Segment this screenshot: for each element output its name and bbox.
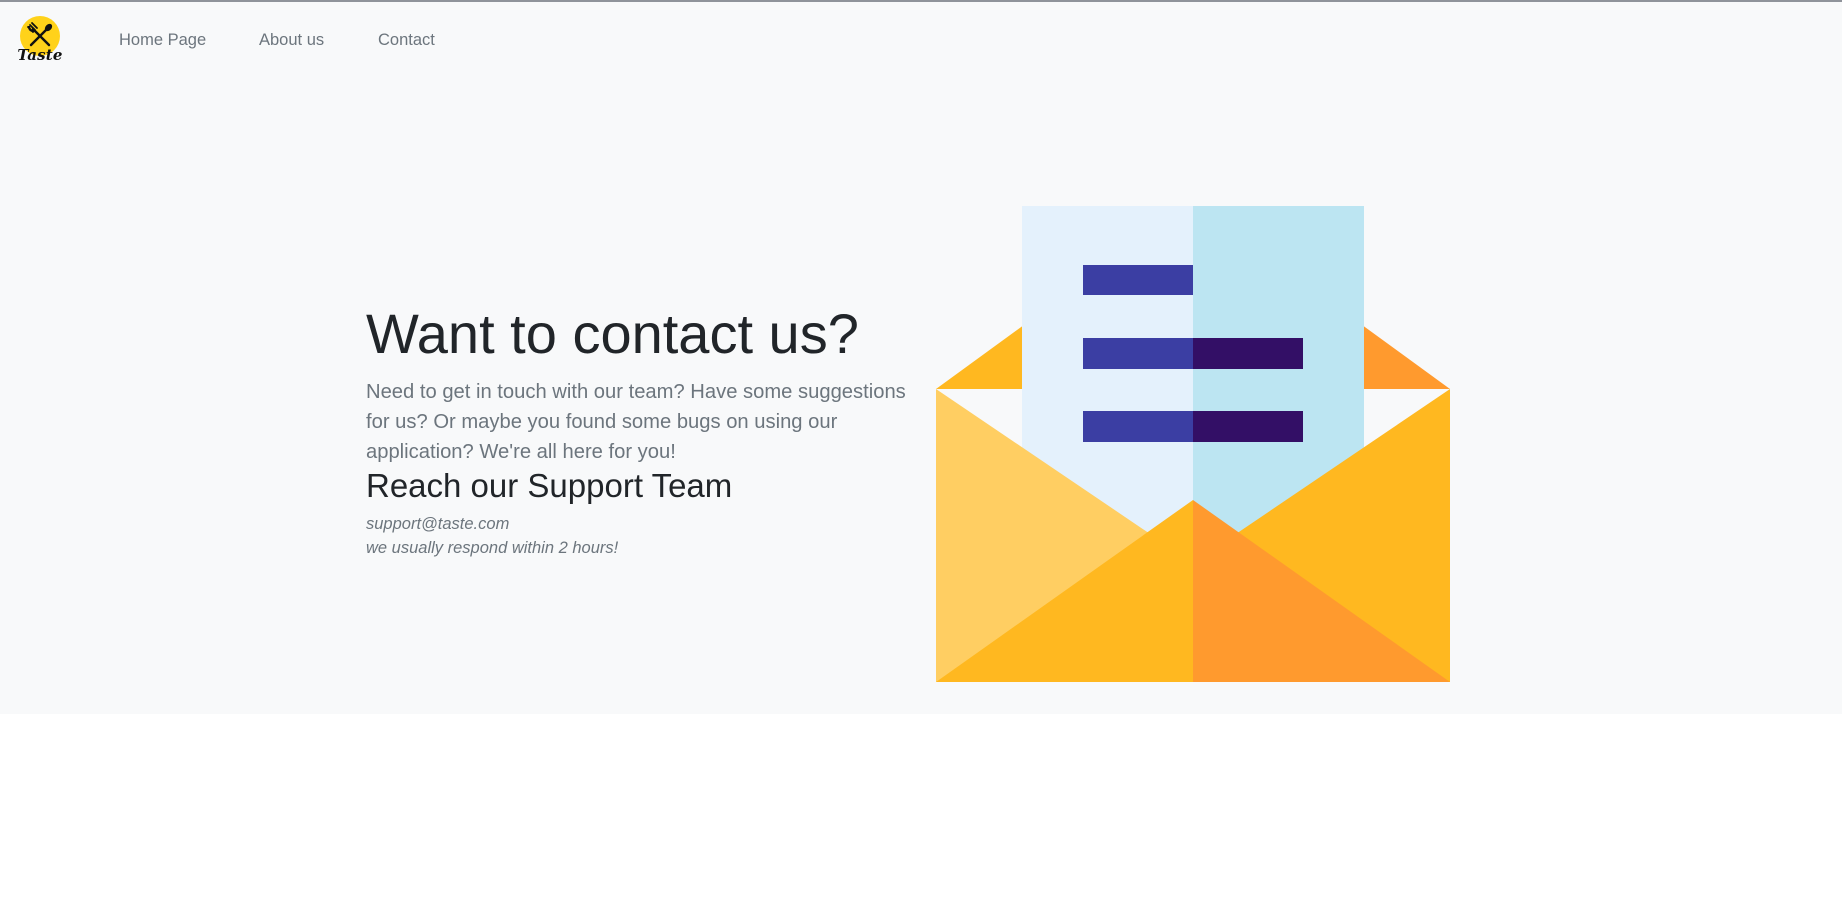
brand-logo[interactable]: Taste bbox=[16, 16, 64, 68]
nav-link-home[interactable]: Home Page bbox=[119, 31, 206, 50]
letter-line-3-right bbox=[1193, 411, 1303, 442]
open-envelope-letter-icon bbox=[936, 206, 1450, 682]
response-time-note: we usually respond within 2 hours! bbox=[366, 539, 619, 557]
page: Taste Home Page About us Contact Want to… bbox=[0, 0, 1842, 911]
letter-line-1 bbox=[1083, 265, 1193, 295]
brand-name: Taste bbox=[17, 46, 63, 64]
nav-link-about[interactable]: About us bbox=[259, 31, 324, 50]
page-title: Want to contact us? bbox=[366, 302, 859, 365]
letter-line-3-left bbox=[1083, 411, 1193, 442]
letter-line-2-right bbox=[1193, 338, 1303, 369]
hero-section bbox=[0, 2, 1842, 714]
nav-link-contact[interactable]: Contact bbox=[378, 31, 435, 50]
support-heading: Reach our Support Team bbox=[366, 467, 733, 504]
hero-description: Need to get in touch with our team? Have… bbox=[366, 381, 906, 463]
support-email: support@taste.com bbox=[366, 515, 510, 533]
navbar: Taste Home Page About us Contact bbox=[0, 2, 1842, 78]
letter-line-2-left bbox=[1083, 338, 1193, 369]
